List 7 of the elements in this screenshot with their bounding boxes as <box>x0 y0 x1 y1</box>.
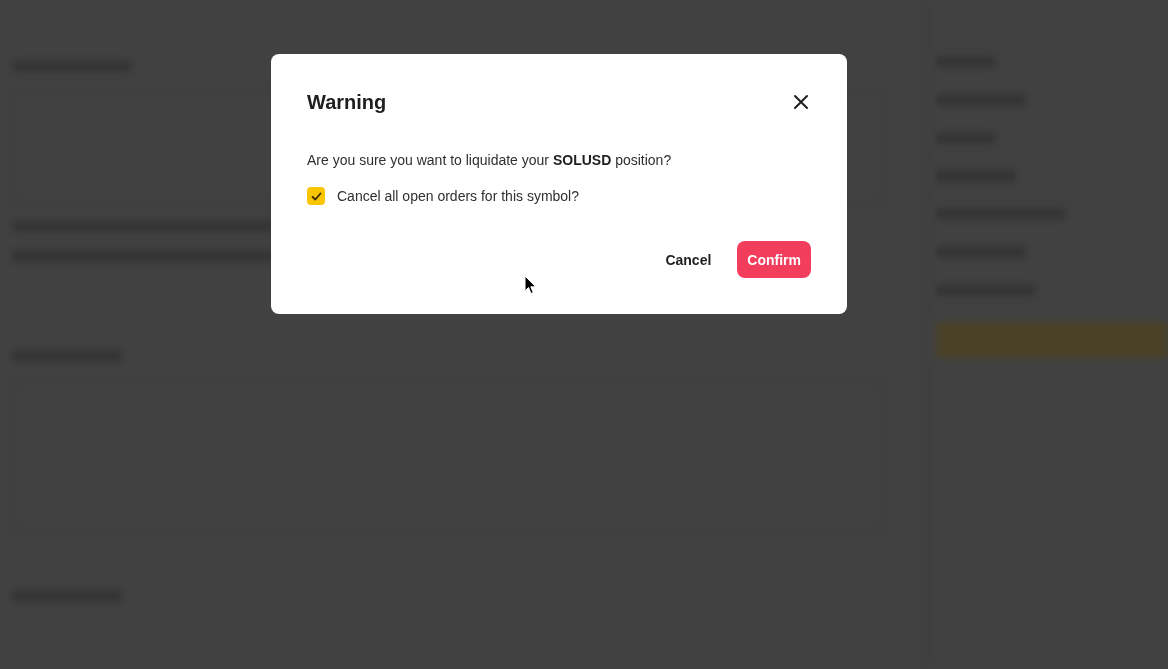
checkmark-icon <box>310 190 322 202</box>
checkbox-label: Cancel all open orders for this symbol? <box>337 188 579 204</box>
dialog-message: Are you sure you want to liquidate your SOLUSD position? <box>307 151 673 169</box>
checkbox[interactable] <box>307 187 325 205</box>
confirm-button[interactable]: Confirm <box>737 241 811 278</box>
cursor-icon <box>524 275 537 295</box>
dialog-title: Warning <box>307 90 387 114</box>
